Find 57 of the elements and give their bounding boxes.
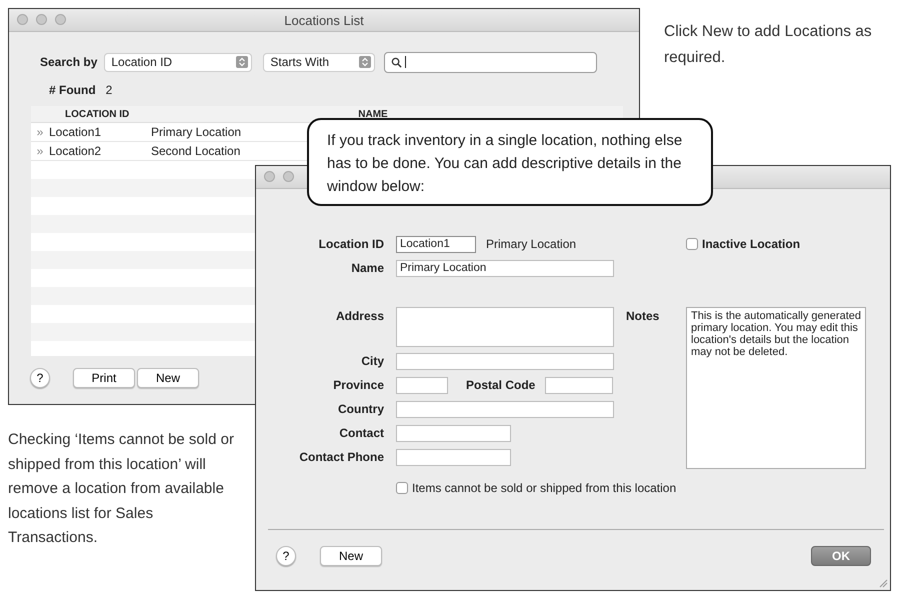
contact-field[interactable] xyxy=(396,424,511,442)
name-field[interactable]: Primary Location xyxy=(396,260,614,276)
field-label: Notes xyxy=(626,308,660,323)
notes-field[interactable]: This is the automatically generated primary location. You may edit this location's details but the location may not be deleted. xyxy=(686,307,866,469)
province-field[interactable] xyxy=(396,376,448,394)
city-field[interactable] xyxy=(396,352,614,370)
checkbox-label: Items cannot be sold or shipped from this location xyxy=(412,481,676,495)
country-field[interactable] xyxy=(396,400,614,418)
table-cell-text: Location1 xyxy=(49,125,102,139)
contact-phone-field[interactable] xyxy=(396,448,511,466)
window-title: Locations List xyxy=(284,12,364,28)
new-button[interactable]: New xyxy=(320,546,382,566)
field-label: Contact xyxy=(338,426,384,440)
match-dropdown[interactable]: Starts With xyxy=(264,54,374,70)
table-cell-text: Location2 xyxy=(49,144,102,158)
column-header[interactable]: LOCATION ID xyxy=(65,108,130,120)
help-button[interactable]: ? xyxy=(276,546,296,566)
field-label: Province xyxy=(332,378,384,392)
row-marker: » xyxy=(36,125,44,139)
postal-code-field[interactable] xyxy=(545,376,614,394)
segment-button[interactable]: Print xyxy=(73,368,135,388)
field-label: City xyxy=(360,354,384,368)
table-cell: Second Location xyxy=(151,144,240,158)
found-label: # Found xyxy=(49,83,96,97)
segment-button[interactable]: New xyxy=(137,368,199,388)
field-label: Location ID xyxy=(318,237,384,251)
caption-text: Click New to add Locations as required. xyxy=(664,22,873,68)
minimize-icon[interactable] xyxy=(36,14,47,25)
field-label: Contact Phone xyxy=(298,450,384,464)
search-by-label: Search by xyxy=(40,55,98,69)
zoom-icon[interactable] xyxy=(55,14,66,25)
caption-text: Checking ‘Items cannot be sold or shipped from this location’ will remove a location from available locations list for Sales Transactions. xyxy=(8,430,235,548)
found-count: 2 xyxy=(106,83,112,97)
row-marker: » xyxy=(36,144,44,158)
table-cell: Primary Location xyxy=(151,125,242,139)
search-by-dropdown[interactable]: Location ID xyxy=(105,54,252,70)
minimize-icon[interactable] xyxy=(283,171,294,182)
updown-icon xyxy=(236,56,248,68)
close-icon[interactable] xyxy=(264,171,275,182)
field-label: Postal Code xyxy=(466,378,536,392)
updown-icon xyxy=(359,56,372,68)
field-label: Address xyxy=(334,308,384,323)
search-field[interactable] xyxy=(384,52,598,72)
checkbox[interactable] xyxy=(686,238,698,250)
resize-grip-icon[interactable] xyxy=(878,578,888,588)
field-label: Country xyxy=(337,402,384,416)
checkbox-label: Inactive Location xyxy=(702,237,800,251)
field-label: Name xyxy=(350,261,384,275)
callout-tooltip: If you track inventory in a single location, nothing else has to be done. You can add descriptive details in the window below: xyxy=(307,118,713,206)
search-icon xyxy=(391,56,402,68)
location-name-text: Primary Location xyxy=(486,237,576,251)
close-icon[interactable] xyxy=(17,14,28,25)
location-id-field[interactable]: Location1 xyxy=(396,236,476,252)
help-button[interactable]: ? xyxy=(30,368,50,388)
checkbox[interactable] xyxy=(396,482,408,494)
address-field[interactable] xyxy=(396,307,614,347)
column-header[interactable]: NAME xyxy=(358,108,388,120)
